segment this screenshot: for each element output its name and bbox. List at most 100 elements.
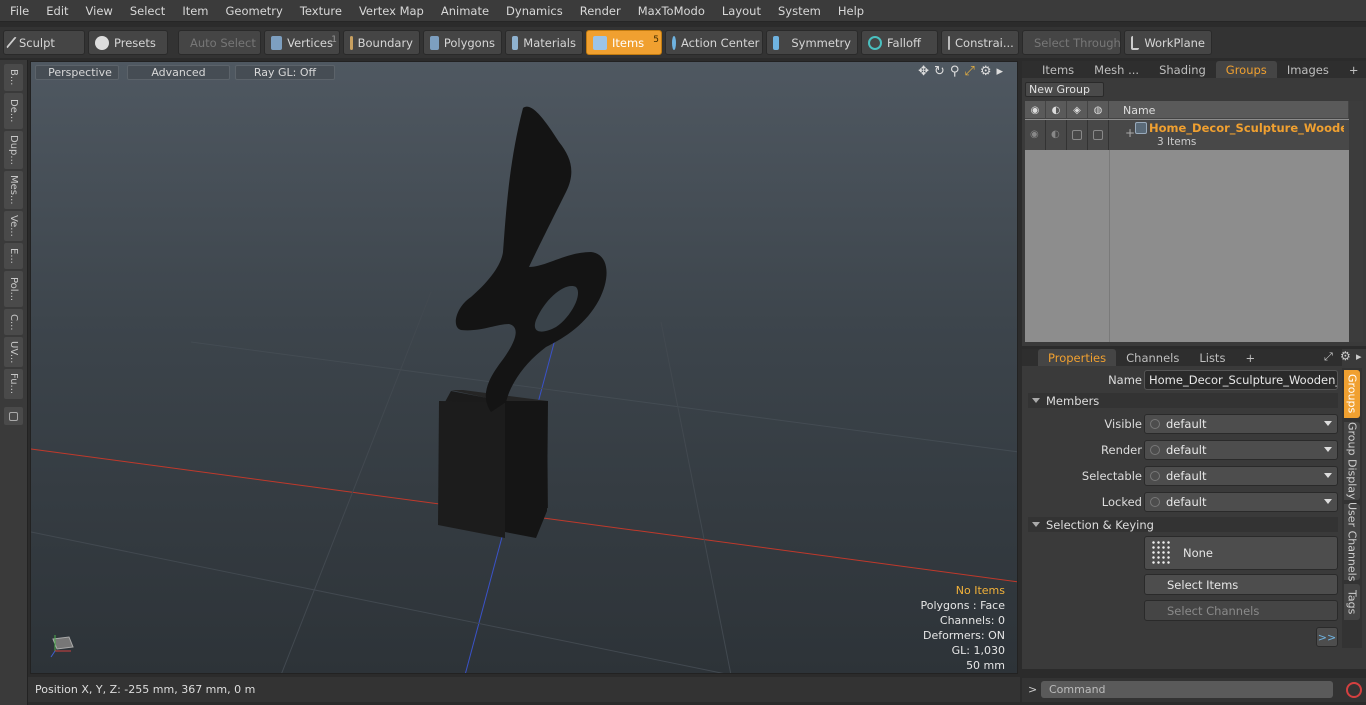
rotate-icon[interactable]: ↻ [934, 64, 945, 79]
group-row[interactable]: ◉ ◐ + Home_Decor_Sculpture_Woode ... 3 I… [1025, 120, 1349, 150]
lock-col-icon[interactable]: ◍ [1088, 101, 1109, 119]
left-tab-mesh-edit[interactable]: Mes... [4, 171, 23, 209]
menu-system[interactable]: System [768, 4, 828, 18]
menu-texture[interactable]: Texture [290, 4, 349, 18]
menu-layout[interactable]: Layout [712, 4, 768, 18]
members-section[interactable]: Members [1028, 393, 1338, 408]
tab-properties[interactable]: Properties [1038, 349, 1117, 366]
command-input[interactable]: Command [1041, 681, 1333, 698]
zoom-icon[interactable]: ⚲ [950, 64, 960, 79]
shading-advanced-button[interactable]: Advanced [127, 64, 230, 80]
add-tab-icon[interactable]: + [1235, 349, 1265, 366]
left-tab-duplicate[interactable]: Dup... [4, 131, 23, 169]
tab-shading[interactable]: Shading [1149, 61, 1216, 78]
left-tab-vertex[interactable]: Ve... [4, 211, 23, 241]
symmetry-label: Symmetry [791, 35, 851, 50]
group-list-scrollbar[interactable] [1349, 101, 1363, 342]
record-macro-icon[interactable] [1346, 682, 1362, 698]
left-tab-fusion[interactable]: Fu... [4, 369, 23, 399]
view-perspective-button[interactable]: Perspective [35, 64, 119, 80]
left-tab-toggle[interactable] [4, 407, 23, 425]
select-channels-button[interactable]: Select Channels [1144, 600, 1338, 621]
vtab-tags[interactable]: Tags [1344, 584, 1360, 620]
keying-none-button[interactable]: None [1144, 536, 1338, 570]
gear-icon[interactable]: ⚙ [1340, 349, 1351, 363]
menu-help[interactable]: Help [828, 4, 871, 18]
group-name[interactable]: Home_Decor_Sculpture_Woode ... [1149, 121, 1344, 135]
add-tab-icon[interactable]: + [1339, 61, 1366, 78]
hud-items: No Items [955, 584, 1005, 597]
menu-geometry[interactable]: Geometry [216, 4, 290, 18]
materials-button[interactable]: Materials [505, 30, 583, 55]
select-col-icon[interactable]: ◈ [1067, 101, 1088, 119]
render-col-icon[interactable]: ◐ [1046, 101, 1067, 119]
scene-canvas[interactable] [31, 62, 1018, 674]
left-tab-deform[interactable]: De... [4, 93, 23, 129]
boundary-button[interactable]: Boundary [343, 30, 420, 55]
left-tab-curve[interactable]: C... [4, 309, 23, 335]
new-group-button[interactable]: New Group [1025, 82, 1104, 97]
expand-plus-icon[interactable]: + [1125, 126, 1135, 140]
auto-select-button[interactable]: Auto Select [178, 30, 261, 55]
raygl-button[interactable]: Ray GL: Off [235, 64, 335, 80]
sculpture-model[interactable] [438, 106, 607, 538]
eye-icon[interactable]: ◉ [1030, 129, 1039, 140]
dropdown-arrow-icon [1324, 473, 1332, 478]
tab-channels[interactable]: Channels [1116, 349, 1189, 366]
tab-images[interactable]: Images [1277, 61, 1339, 78]
maximize-icon[interactable]: ⤢ [964, 64, 974, 79]
more-button[interactable]: >> [1316, 627, 1338, 647]
left-tab-edge[interactable]: E... [4, 243, 23, 269]
vtab-groups[interactable]: Groups [1344, 370, 1360, 418]
polygons-button[interactable]: Polygons [423, 30, 502, 55]
menu-edit[interactable]: Edit [36, 4, 75, 18]
tab-items[interactable]: Items [1032, 61, 1084, 78]
select-items-button[interactable]: Select Items [1144, 574, 1338, 595]
menu-file[interactable]: File [0, 4, 36, 18]
select-through-button[interactable]: Select Through [1022, 30, 1121, 55]
lock-checkbox[interactable] [1093, 130, 1103, 140]
left-tab-basic[interactable]: B... [4, 64, 23, 91]
tab-groups[interactable]: Groups [1215, 61, 1277, 78]
expand-panel-icon[interactable]: ⤢ [1324, 350, 1333, 364]
left-tab-uv[interactable]: UV... [4, 337, 23, 367]
action-center-button[interactable]: Action Center [665, 30, 763, 55]
locked-dropdown[interactable]: default [1144, 492, 1338, 512]
symmetry-button[interactable]: Symmetry [766, 30, 858, 55]
menu-view[interactable]: View [76, 4, 120, 18]
group-name-field[interactable]: Home_Decor_Sculpture_Wooden_Blac [1144, 370, 1338, 390]
name-column-header[interactable]: Name [1109, 101, 1349, 119]
selectable-checkbox[interactable] [1072, 130, 1082, 140]
items-button[interactable]: Items 5 [586, 30, 662, 55]
render-icon[interactable]: ◐ [1051, 129, 1060, 140]
visibility-col-icon[interactable]: ◉ [1025, 101, 1046, 119]
row-lock-cell [1088, 120, 1109, 150]
selectable-dropdown[interactable]: default [1144, 466, 1338, 486]
gear-icon[interactable]: ⚙ [980, 64, 992, 79]
menu-maxtomodo[interactable]: MaxToModo [628, 4, 712, 18]
menu-animate[interactable]: Animate [431, 4, 496, 18]
menu-vertex-map[interactable]: Vertex Map [349, 4, 431, 18]
selection-keying-section[interactable]: Selection & Keying [1028, 517, 1338, 532]
chevron-right-icon[interactable]: ▸ [996, 64, 1003, 79]
menu-item[interactable]: Item [172, 4, 215, 18]
render-dropdown[interactable]: default [1144, 440, 1338, 460]
sculpt-button[interactable]: Sculpt [3, 30, 85, 55]
pan-icon[interactable]: ✥ [918, 64, 929, 79]
tab-mesh[interactable]: Mesh ... [1084, 61, 1149, 78]
tab-lists[interactable]: Lists [1189, 349, 1235, 366]
menu-select[interactable]: Select [120, 4, 172, 18]
left-tab-polygon[interactable]: Pol... [4, 271, 23, 307]
menu-render[interactable]: Render [570, 4, 628, 18]
vtab-group-display[interactable]: Group Display [1344, 422, 1360, 500]
chevron-right-icon[interactable]: ▸ [1356, 350, 1362, 363]
workplane-button[interactable]: WorkPlane [1124, 30, 1212, 55]
visible-dropdown[interactable]: default [1144, 414, 1338, 434]
vtab-user-channels[interactable]: User Channels [1344, 502, 1360, 582]
constraints-button[interactable]: Constrai... [941, 30, 1019, 55]
falloff-button[interactable]: Falloff [861, 30, 938, 55]
vertices-button[interactable]: Vertices 1 [264, 30, 340, 55]
3d-viewport[interactable]: Perspective Advanced Ray GL: Off ✥ ↻ ⚲ ⤢… [30, 61, 1018, 674]
presets-button[interactable]: Presets [88, 30, 168, 55]
menu-dynamics[interactable]: Dynamics [496, 4, 570, 18]
